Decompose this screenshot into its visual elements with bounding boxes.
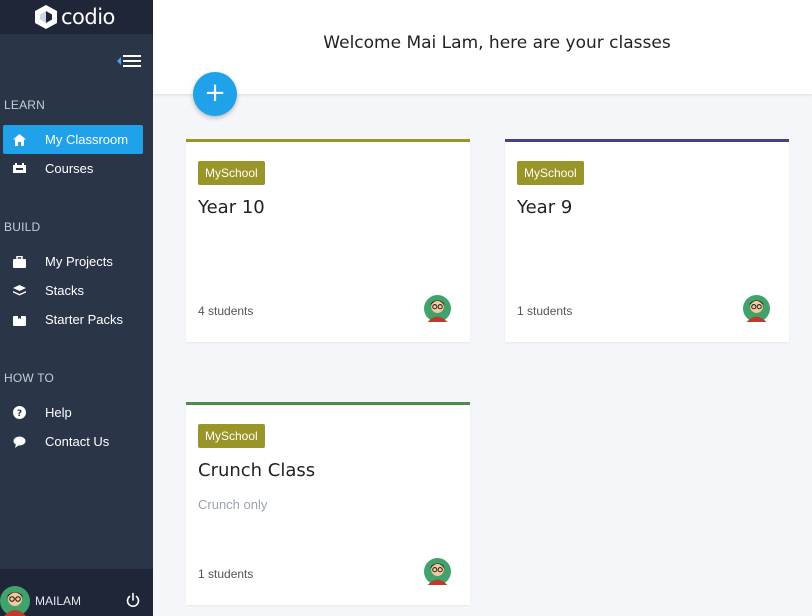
class-card-crunch-class[interactable]: MySchool Crunch Class Crunch only 1 stud… xyxy=(186,402,470,605)
stacks-icon xyxy=(12,284,26,298)
sidebar-item-label: Help xyxy=(45,405,72,420)
section-title-learn: LEARN xyxy=(4,98,46,112)
sidebar-item-my-projects[interactable]: My Projects xyxy=(3,247,143,276)
chat-icon xyxy=(12,435,26,449)
section-title-build: BUILD xyxy=(4,220,41,234)
student-count: 1 students xyxy=(517,304,573,318)
sidebar-item-courses[interactable]: Courses xyxy=(3,154,143,183)
class-title: Crunch Class xyxy=(198,460,316,481)
card-accent-line xyxy=(186,402,470,405)
sidebar-item-help[interactable]: ? Help xyxy=(3,398,143,427)
plus-icon: + xyxy=(204,78,226,108)
school-badge: MySchool xyxy=(198,424,265,448)
power-icon[interactable] xyxy=(125,592,141,608)
sidebar-item-label: My Classroom xyxy=(45,132,129,147)
sidebar-item-label: Contact Us xyxy=(45,434,110,449)
sidebar-item-starter-packs[interactable]: Starter Packs xyxy=(3,305,143,334)
class-description: Crunch only xyxy=(198,497,268,512)
brand-logo[interactable]: codio xyxy=(0,0,153,34)
section-title-how-to: HOW TO xyxy=(4,371,55,385)
hamburger-icon xyxy=(123,55,141,67)
class-title: Year 9 xyxy=(517,197,573,218)
sidebar: codio LEARN My Classroom Courses BUILD M… xyxy=(0,0,153,616)
avatar[interactable] xyxy=(0,586,30,616)
student-count: 4 students xyxy=(198,304,254,318)
class-title: Year 10 xyxy=(198,197,265,218)
brand-name: codio xyxy=(61,5,115,29)
student-count: 1 students xyxy=(198,567,254,581)
class-card-year-10[interactable]: MySchool Year 10 4 students xyxy=(186,139,470,342)
sidebar-item-label: Starter Packs xyxy=(45,312,124,327)
add-class-button[interactable]: + xyxy=(193,72,237,116)
user-name: MAILAM xyxy=(35,594,82,608)
briefcase-icon xyxy=(12,255,26,269)
sidebar-item-label: My Projects xyxy=(45,254,113,269)
courses-icon xyxy=(12,162,26,176)
home-icon xyxy=(12,133,26,147)
class-card-year-9[interactable]: MySchool Year 9 1 students xyxy=(505,139,789,342)
card-accent-line xyxy=(186,139,470,142)
collapse-menu-button[interactable] xyxy=(113,53,141,69)
sidebar-item-label: Courses xyxy=(45,161,94,176)
help-icon: ? xyxy=(12,406,26,420)
avatar xyxy=(424,558,451,585)
sidebar-item-contact-us[interactable]: Contact Us xyxy=(3,427,143,456)
starter-pack-icon xyxy=(12,313,26,327)
user-bar: MAILAM xyxy=(0,569,153,616)
collapse-arrow-icon xyxy=(117,57,121,65)
page-title: Welcome Mai Lam, here are your classes xyxy=(323,33,671,53)
avatar xyxy=(424,295,451,322)
school-badge: MySchool xyxy=(517,161,584,185)
sidebar-item-stacks[interactable]: Stacks xyxy=(3,276,143,305)
card-accent-line xyxy=(505,139,789,142)
codio-logo-icon xyxy=(35,5,57,29)
avatar xyxy=(743,295,770,322)
school-badge: MySchool xyxy=(198,161,265,185)
sidebar-item-my-classroom[interactable]: My Classroom xyxy=(3,125,143,154)
sidebar-item-label: Stacks xyxy=(45,283,85,298)
svg-text:?: ? xyxy=(16,409,21,419)
